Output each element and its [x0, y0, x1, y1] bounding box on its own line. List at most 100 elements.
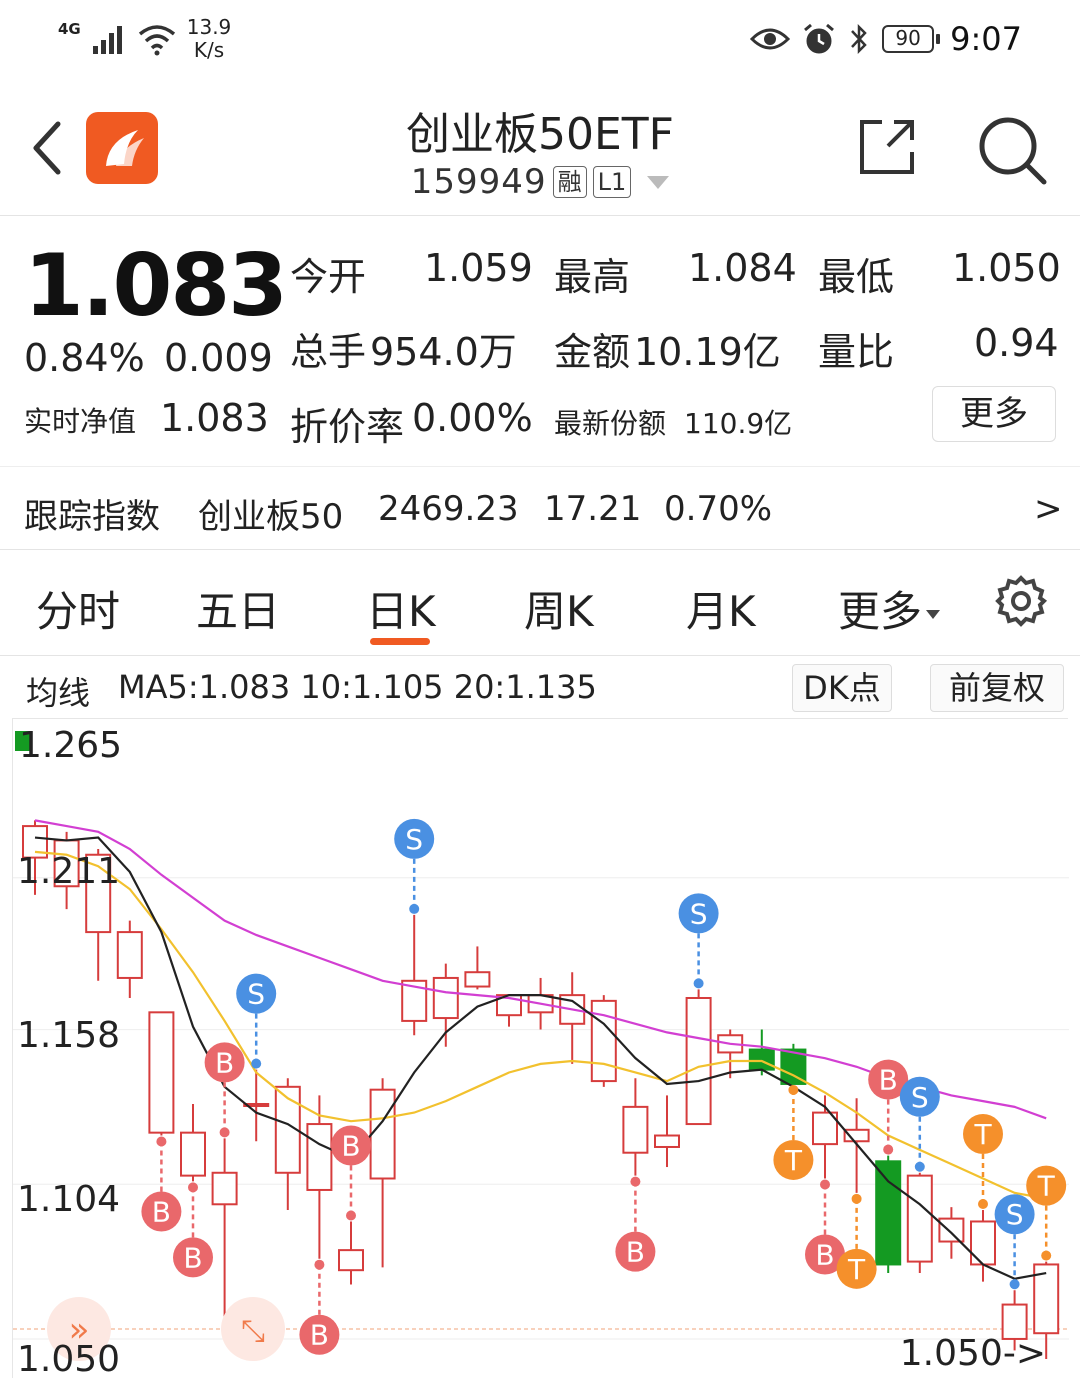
ma-values: MA5:1.083 10:1.105 20:1.135: [118, 668, 597, 706]
signal-icon: [92, 26, 122, 54]
network-speed: 13.9 K/s: [187, 16, 232, 62]
signal-label: B: [815, 1238, 834, 1271]
candle-up: [180, 1131, 206, 1177]
candle-up: [306, 1123, 333, 1191]
margin-tag: 融: [552, 166, 587, 198]
period-tabs: 分时 五日 日K 周K 月K 更多: [0, 550, 1080, 656]
signal-label: S: [247, 978, 265, 1011]
active-tab-indicator: [370, 638, 430, 645]
index-name: 创业板50: [198, 497, 344, 537]
amount-value: 10.19亿: [634, 330, 781, 374]
speed-unit: K/s: [193, 38, 225, 62]
more-quote-button[interactable]: 更多: [932, 386, 1056, 442]
volume-label: 总手: [290, 330, 367, 374]
candle-up: [464, 971, 491, 988]
signal-label: B: [183, 1241, 202, 1274]
candle-up: [938, 1217, 965, 1243]
candle-up: [970, 1220, 996, 1266]
low-label: 最低: [818, 255, 895, 299]
candle-up: [211, 1171, 238, 1206]
signal-label: T: [973, 1118, 992, 1151]
candle-up: [432, 976, 459, 1020]
discount-value: 0.00%: [412, 396, 533, 440]
low-value: 1.050: [952, 246, 1061, 290]
search-icon[interactable]: [976, 114, 1048, 186]
tab-more[interactable]: 更多: [838, 578, 941, 639]
status-left: 4G 13.9 K/s: [58, 16, 231, 62]
y-tick-label: 1.211: [17, 851, 121, 892]
speed-value: 13.9: [186, 15, 232, 39]
tracking-index-row[interactable]: 跟踪指数 创业板50 2469.23 17.21 0.70% >: [0, 466, 1080, 550]
quote-panel: 1.083 0.84% 0.009 今开 1.059 最高 1.084 最低 1…: [0, 216, 1080, 466]
tab-more-label: 更多: [838, 587, 923, 636]
signal-label: S: [1006, 1198, 1024, 1231]
index-label: 跟踪指数: [24, 497, 160, 537]
signal-label: S: [405, 823, 423, 856]
nav-value: 1.083: [160, 396, 269, 440]
ratio-value: 0.94: [974, 321, 1059, 365]
bluetooth-icon: [851, 23, 867, 55]
y-tick-label: 1.104: [17, 1179, 121, 1220]
battery-icon: 90: [882, 25, 941, 53]
amount-label: 金额: [554, 330, 631, 374]
index-value: 2469.23: [378, 489, 519, 529]
index-percent: 0.70%: [664, 489, 773, 529]
candle-up: [338, 1249, 364, 1272]
candle-up: [685, 996, 712, 1126]
signal-label: B: [879, 1064, 898, 1097]
y-tick-label: 1.158: [17, 1015, 121, 1056]
shares-value: 110.9亿: [684, 407, 793, 440]
current-price: 1.083: [24, 236, 288, 336]
price-adjust-button[interactable]: 前复权: [930, 664, 1064, 712]
stock-code: 159949: [410, 162, 547, 202]
level-tag: L1: [592, 166, 632, 198]
caret-down-icon: [926, 610, 941, 619]
signal-label: B: [626, 1236, 645, 1269]
signal-label: B: [341, 1129, 360, 1162]
nav-label: 实时净值: [24, 405, 137, 438]
chevron-down-icon[interactable]: [647, 175, 670, 189]
alarm-icon: [804, 23, 835, 54]
volume-value: 954.0万: [370, 330, 517, 374]
gear-icon[interactable]: [994, 574, 1048, 628]
chevron-right-icon[interactable]: >: [1034, 489, 1063, 529]
tab-five-day[interactable]: 五日: [196, 578, 280, 639]
expand-icon: ⤡: [241, 1314, 265, 1349]
stock-code-row[interactable]: 159949 融 L1: [0, 162, 1080, 202]
ma-label[interactable]: 均线: [26, 668, 90, 714]
tab-monthly-k[interactable]: 月K: [686, 578, 756, 639]
tab-weekly-k[interactable]: 周K: [524, 578, 594, 639]
open-label: 今开: [290, 255, 367, 299]
header: 创业板50ETF 159949 融 L1: [0, 86, 1080, 216]
clock: 9:07: [950, 20, 1022, 58]
signal-label: B: [152, 1196, 171, 1229]
change-percent: 0.84%: [24, 336, 145, 380]
page-title: 创业板50ETF: [406, 109, 674, 160]
signal-label: B: [310, 1319, 329, 1352]
candle-up: [148, 1011, 175, 1134]
eye-icon: [750, 28, 791, 50]
share-icon[interactable]: [856, 116, 918, 178]
index-change: 17.21: [544, 489, 642, 529]
ma-row: 均线 MA5:1.083 10:1.105 20:1.135 DK点 前复权: [0, 656, 1080, 718]
signal-label: S: [911, 1081, 929, 1114]
y-tick-label: 1.050: [17, 1339, 121, 1378]
candle-up: [906, 1174, 933, 1263]
candle-down: [748, 1048, 775, 1071]
candle-up: [622, 1105, 649, 1154]
max-price-note: 1.265: [19, 725, 123, 766]
tab-intraday[interactable]: 分时: [36, 578, 120, 639]
status-right: 90 9:07: [750, 20, 1022, 58]
change-amount: 0.009: [164, 336, 273, 380]
min-price-note: 1.050->: [899, 1333, 1046, 1374]
wifi-icon: [138, 25, 175, 56]
ratio-label: 量比: [818, 330, 895, 374]
network-type: 4G: [58, 20, 81, 38]
tab-daily-k[interactable]: 日K: [366, 578, 436, 639]
signal-label: T: [847, 1253, 866, 1286]
dk-points-button[interactable]: DK点: [792, 664, 892, 712]
kline-chart[interactable]: B B B S B B S B S T B T B S T S T» ⤡ 1.211 1.158 1.104 1.…: [12, 718, 1069, 1378]
candle-up: [369, 1088, 396, 1180]
candle-up: [116, 931, 143, 979]
kline-svg[interactable]: BBBSBBSBSTB TBSTST» ⤡: [13, 719, 1069, 1378]
